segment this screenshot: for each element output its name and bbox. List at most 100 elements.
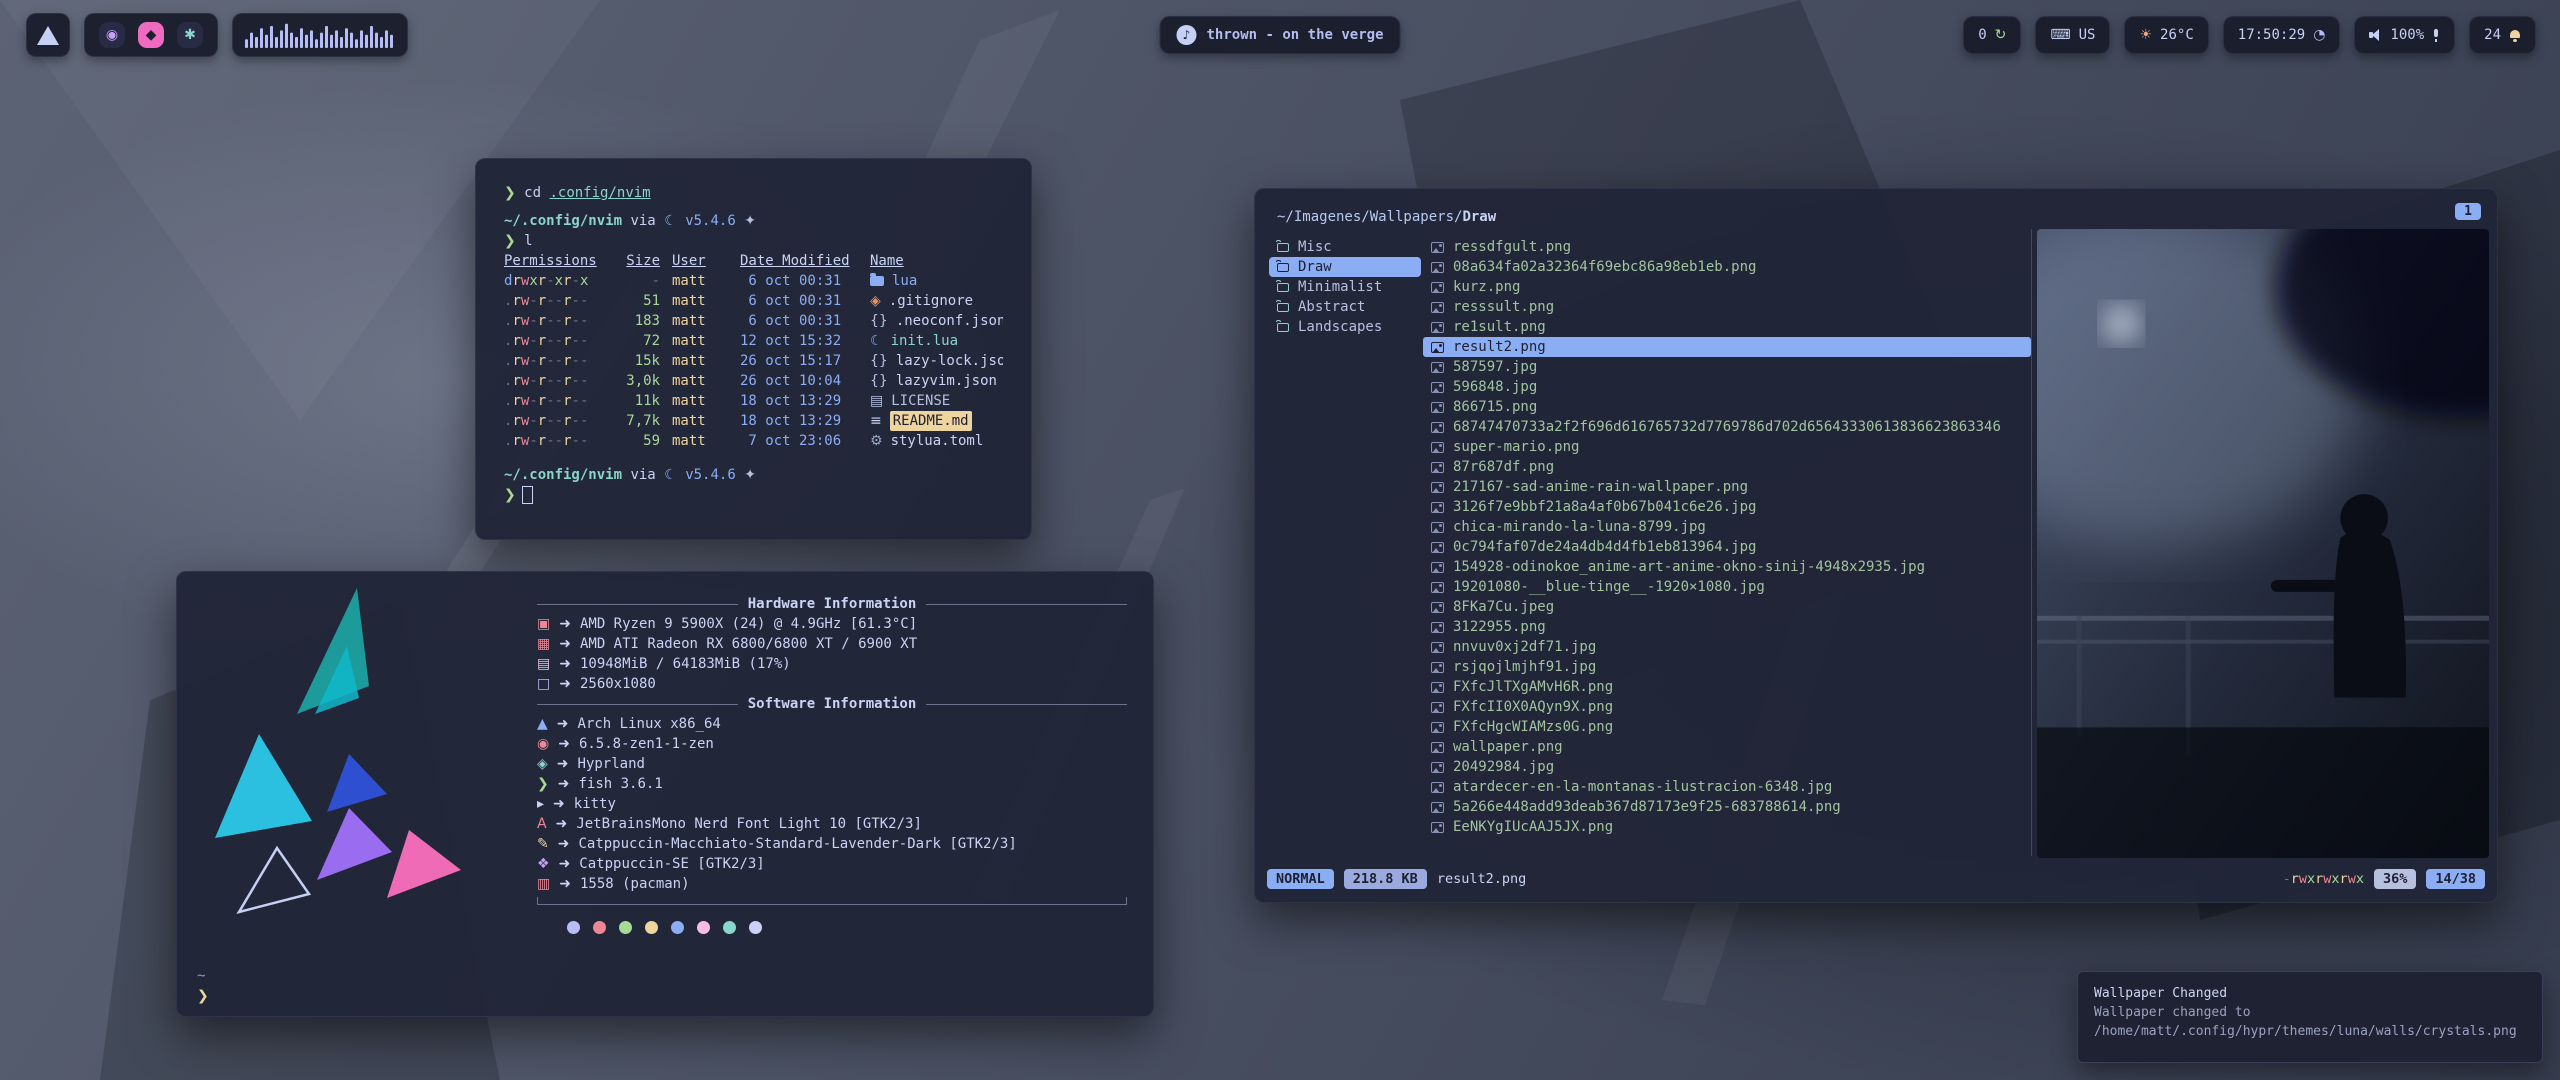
palette-dot xyxy=(567,921,580,934)
fetch-terminal-window[interactable]: Hardware Information ▣➜AMD Ryzen 9 5900X… xyxy=(176,571,1154,1017)
software-section-header: Software Information xyxy=(537,694,1127,714)
workspace-1[interactable]: ◉ xyxy=(99,22,125,48)
fetch-line-resolution: □➜2560x1080 xyxy=(537,674,1127,694)
kernel-icon: ◉ xyxy=(537,734,549,754)
image-file-icon xyxy=(1431,522,1444,533)
git-icon: ◈ xyxy=(870,291,881,311)
input-line[interactable]: ❯ xyxy=(504,485,1003,505)
file-item[interactable]: result2.png xyxy=(1423,337,2031,357)
file-item[interactable]: 587597.jpg xyxy=(1423,357,2031,377)
arrow-icon: ➜ xyxy=(553,794,565,814)
moon-icon: ☾ xyxy=(870,331,883,351)
sidebar-folder-misc[interactable]: Misc xyxy=(1269,237,1421,257)
packages-icon: ▥ xyxy=(537,874,550,894)
file-item[interactable]: ressdfgult.png xyxy=(1423,237,2031,257)
file-item[interactable]: FXfcHgcWIAMzs0G.png xyxy=(1423,717,2031,737)
icon-theme-icon: ❖ xyxy=(537,854,550,874)
fetch-line-packages: ▥➜1558 (pacman) xyxy=(537,874,1127,894)
sidebar-folder-landscapes[interactable]: Landscapes xyxy=(1269,317,1421,337)
microphone-icon xyxy=(2432,29,2440,42)
cpu-icon: ▣ xyxy=(537,614,550,634)
media-player-module[interactable]: ♪ thrown - on the verge xyxy=(1159,16,1400,54)
file-item[interactable]: 68747470733a2f2f696d616765732d7769786d70… xyxy=(1423,417,2031,437)
tab-badge[interactable]: 1 xyxy=(2455,203,2481,220)
launcher-button[interactable] xyxy=(26,13,70,57)
folder-icon xyxy=(1277,263,1289,272)
sidebar-folder-abstract[interactable]: Abstract xyxy=(1269,297,1421,317)
file-item[interactable]: 08a634fa02a32364f69ebc86a98eb1eb.png xyxy=(1423,257,2031,277)
keyboard-layout-module[interactable]: ⌨ US xyxy=(2035,16,2110,54)
file-item[interactable]: chica-mirando-la-luna-8799.jpg xyxy=(1423,517,2031,537)
volume-level: 100% xyxy=(2390,27,2424,43)
image-file-icon xyxy=(1431,322,1444,333)
command-text: cd xyxy=(524,183,541,203)
command-arg: .config/nvim xyxy=(549,183,650,203)
file-item[interactable]: 3122955.png xyxy=(1423,617,2031,637)
file-item[interactable]: 5a266e448add93deab367d87173e9f25-6837886… xyxy=(1423,797,2031,817)
file-item[interactable]: 596848.jpg xyxy=(1423,377,2031,397)
image-file-icon xyxy=(1431,822,1444,833)
clock-icon: ◔ xyxy=(2313,27,2325,43)
fetch-line-theme: ✎➜Catppuccin-Macchiato-Standard-Lavender… xyxy=(537,834,1127,854)
image-file-icon xyxy=(1431,342,1444,353)
sidebar-folder-draw[interactable]: Draw xyxy=(1269,257,1421,277)
file-item[interactable]: rsjqojlmjhf91.jpg xyxy=(1423,657,2031,677)
file-item[interactable]: wallpaper.png xyxy=(1423,737,2031,757)
image-file-icon xyxy=(1431,682,1444,693)
file-item[interactable]: 19201080-__blue-tinge__-1920×1080.jpg xyxy=(1423,577,2031,597)
fetch-line-wm: ◈➜Hyprland xyxy=(537,754,1127,774)
file-item[interactable]: 20492984.jpg xyxy=(1423,757,2031,777)
ls-output: drwxr-xr-x-matt 6 oct 00:31lua.rw-r--r--… xyxy=(504,271,1003,451)
arch-logo-icon xyxy=(37,26,59,45)
file-item[interactable]: nnvuv0xj2df71.jpg xyxy=(1423,637,2031,657)
volume-module[interactable]: 100% xyxy=(2354,16,2455,54)
keyboard-icon: ⌨ xyxy=(2050,27,2070,43)
file-manager-window[interactable]: ~/Imagenes/Wallpapers/Draw 1 MiscDrawMin… xyxy=(1254,188,2498,903)
file-item[interactable]: kurz.png xyxy=(1423,277,2031,297)
text-cursor xyxy=(522,486,533,504)
file-item[interactable]: 8FKa7Cu.jpeg xyxy=(1423,597,2031,617)
file-item[interactable]: 3126f7e9bbf21a8a4af0b67b041c6e26.jpg xyxy=(1423,497,2031,517)
file-item[interactable]: atardecer-en-la-montanas-ilustracion-634… xyxy=(1423,777,2031,797)
file-item[interactable]: 866715.png xyxy=(1423,397,2031,417)
image-file-icon xyxy=(1431,762,1444,773)
notification-popup[interactable]: Wallpaper Changed Wallpaper changed to /… xyxy=(2077,971,2543,1063)
palette-dot xyxy=(697,921,710,934)
file-item[interactable]: EeNKYgIUcAAJ5JX.png xyxy=(1423,817,2031,837)
folder-icon xyxy=(1277,303,1289,312)
file-item[interactable]: super-mario.png xyxy=(1423,437,2031,457)
selected-file-name: result2.png xyxy=(1437,871,1526,887)
file-item[interactable]: 154928-odinokoe_anime-art-anime-okno-sin… xyxy=(1423,557,2031,577)
ls-row: .rw-r--r--51matt 6 oct 00:31◈.gitignore xyxy=(504,291,1003,311)
file-item[interactable]: FXfcII0X0AQyn9X.png xyxy=(1423,697,2031,717)
file-item[interactable]: resssult.png xyxy=(1423,297,2031,317)
image-file-icon xyxy=(1431,382,1444,393)
clock-module[interactable]: 17:50:29 ◔ xyxy=(2223,16,2341,54)
notifications-module[interactable]: 24 xyxy=(2469,16,2536,54)
file-item[interactable]: FXfcJlTXgAMvH6R.png xyxy=(1423,677,2031,697)
weather-module[interactable]: ☀ 26°C xyxy=(2124,16,2208,54)
file-item[interactable]: re1sult.png xyxy=(1423,317,2031,337)
sun-icon: ☀ xyxy=(2139,27,2152,43)
audio-visualizer[interactable] xyxy=(232,13,408,57)
image-file-icon xyxy=(1431,502,1444,513)
fetch-shell-prompt[interactable]: ~ ❯ xyxy=(197,966,209,1006)
visualizer-bars-icon xyxy=(245,22,395,48)
arrow-icon: ➜ xyxy=(558,734,570,754)
media-title: thrown - on the verge xyxy=(1206,27,1383,43)
image-file-icon xyxy=(1431,782,1444,793)
sidebar-folder-minimalist[interactable]: Minimalist xyxy=(1269,277,1421,297)
folder-pane: MiscDrawMinimalistAbstractLandscapes xyxy=(1269,237,1421,337)
shell-prompt-line: ~/.config/nvim via ☾ v5.4.6 ✦ xyxy=(504,211,1003,231)
file-item[interactable]: 0c794faf07de24a4db4d4fb1eb813964.jpg xyxy=(1423,537,2031,557)
updates-module[interactable]: 0 ↻ xyxy=(1963,16,2021,54)
workspace-2[interactable]: ◆ xyxy=(138,22,164,48)
terminal-window[interactable]: ❯ cd .config/nvim ~/.config/nvim via ☾ v… xyxy=(475,158,1032,540)
palette-dot xyxy=(619,921,632,934)
arrow-icon: ➜ xyxy=(557,714,569,734)
file-item[interactable]: 217167-sad-anime-rain-wallpaper.png xyxy=(1423,477,2031,497)
workspace-3[interactable]: ✱ xyxy=(177,22,203,48)
notification-body: Wallpaper changed to /home/matt/.config/… xyxy=(2094,1003,2526,1041)
image-file-icon xyxy=(1431,442,1444,453)
file-item[interactable]: 87r687df.png xyxy=(1423,457,2031,477)
